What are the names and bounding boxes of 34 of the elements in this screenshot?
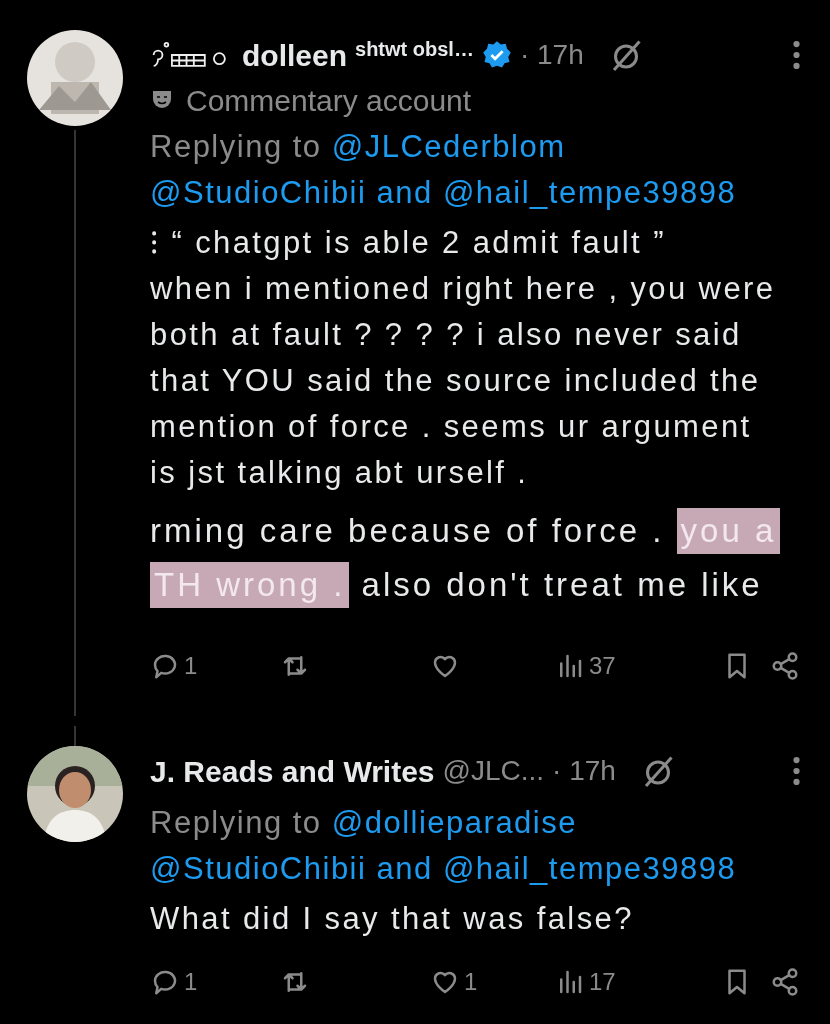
views-button[interactable]: 37 [555, 648, 685, 684]
share-icon [770, 651, 800, 681]
display-name[interactable]: J. Reads and Writes [150, 748, 435, 794]
views-button[interactable]: 17 [555, 964, 685, 1000]
share-button[interactable] [770, 967, 800, 997]
highlighted-text: TH wrong . [150, 562, 350, 608]
tweet-text: ⁝ “ chatgpt is able 2 admit fault ” when i mentioned right here , you were both at fault ? ? ? ? i also never said that YOU said the source included the mention of force . seems ur argument is jst talking abt urself . [150, 224, 777, 492]
tweet-text: What did I say that was false? [150, 900, 635, 938]
handle[interactable]: @JLC... [442, 750, 545, 792]
screenshot-text: also don't treat me like [360, 565, 763, 605]
reply-context: Replying to [150, 805, 323, 840]
share-button[interactable] [770, 651, 800, 681]
reply-context: and [376, 851, 433, 886]
reply-button[interactable]: 1 [150, 964, 280, 1000]
share-icon [770, 967, 800, 997]
reply-context: Replying to [150, 129, 323, 164]
more-options-icon[interactable] [793, 41, 800, 69]
mention-link[interactable]: @dollieparadise [331, 805, 577, 840]
mention-link[interactable]: @StudioChibii [150, 175, 367, 210]
screenshot-text: rming care because of force . [150, 511, 666, 551]
mention-link[interactable]: @StudioChibii [150, 851, 367, 886]
more-options-icon[interactable] [793, 757, 800, 785]
timestamp: · 17h [519, 38, 584, 72]
mention-link[interactable]: @JLCederblom [331, 129, 566, 164]
account-label: Commentary account [186, 82, 472, 119]
reply-context: and [376, 175, 433, 210]
like-button[interactable]: 1 [430, 964, 555, 1000]
display-name[interactable]: dolleen [242, 32, 347, 78]
highlighted-text: you a [676, 508, 781, 554]
mention-link[interactable]: @hail_tempe39898 [442, 175, 737, 210]
mention-link[interactable]: @hail_tempe39898 [442, 851, 737, 886]
reply-button[interactable]: 1 [150, 648, 280, 684]
timestamp: · 17h [552, 754, 616, 788]
name-suffix: shtwt obsl… [355, 37, 474, 62]
